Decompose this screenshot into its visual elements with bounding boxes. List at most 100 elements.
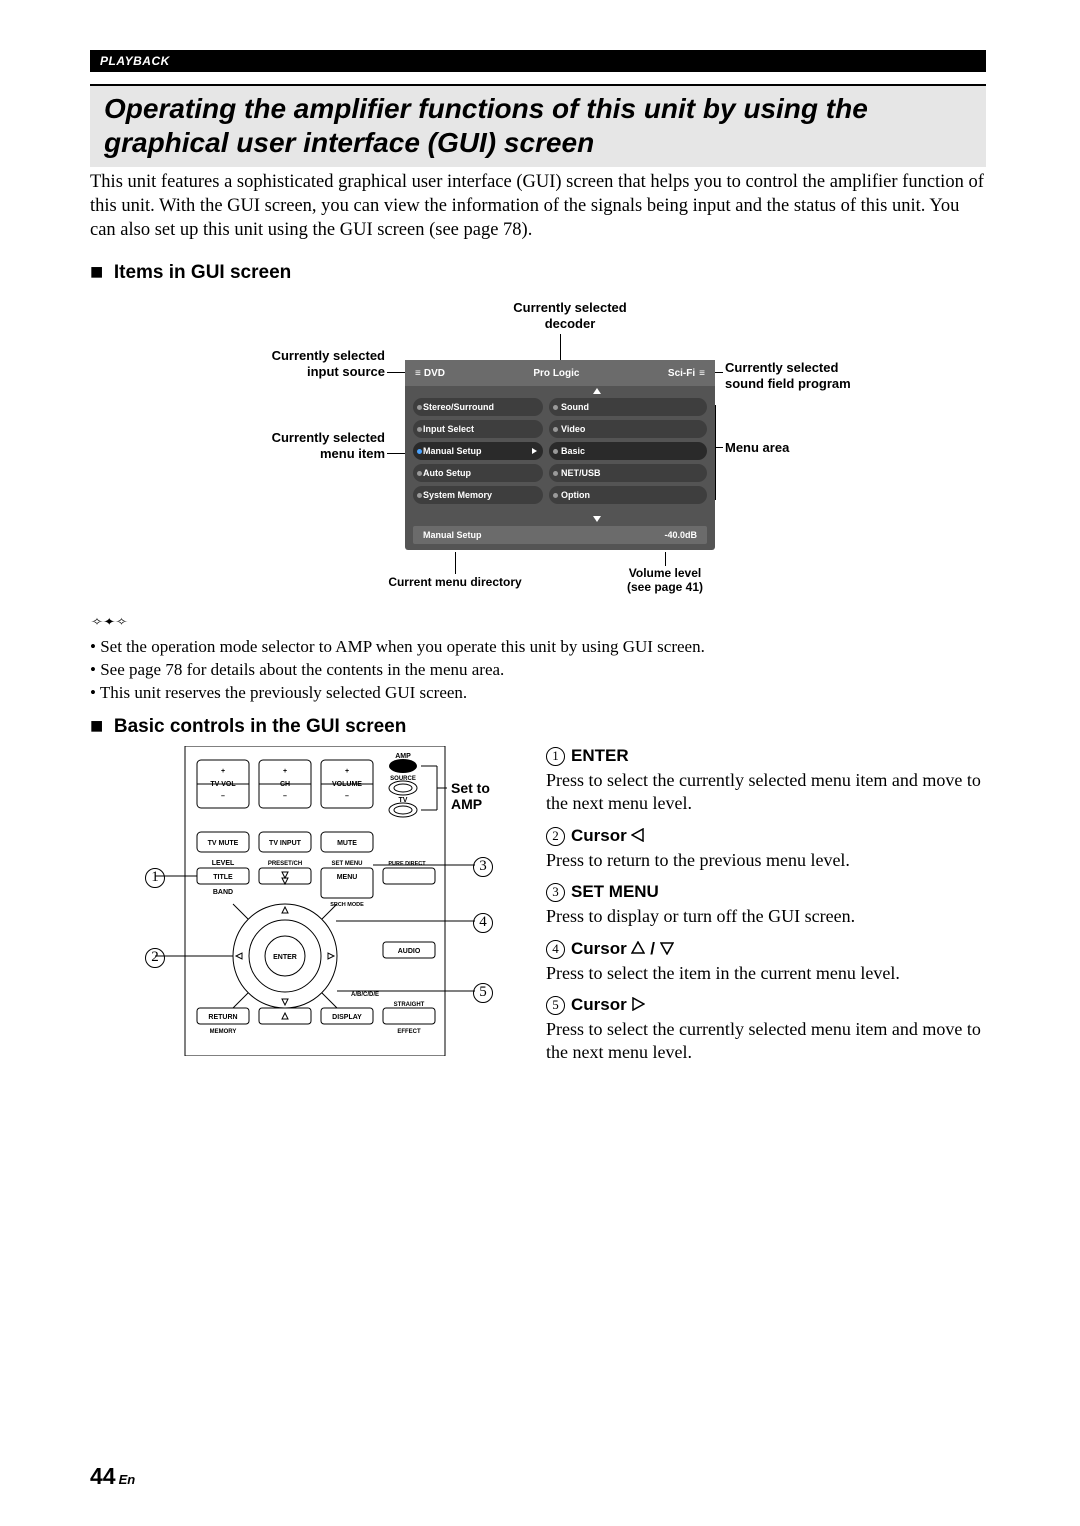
gui-left-4: System Memory: [423, 490, 492, 500]
controls-descriptions: 1 ENTER Press to select the currently sel…: [546, 746, 986, 1075]
svg-text:RETURN: RETURN: [208, 1014, 237, 1021]
gui-input-source: DVD: [424, 368, 445, 379]
page-title: Operating the amplifier functions of thi…: [104, 92, 972, 159]
section-basic-heading: ■ Basic controls in the GUI screen: [90, 716, 406, 738]
svg-text:SRCH MODE: SRCH MODE: [330, 902, 364, 908]
callout-sfp-l1: Currently selected: [725, 360, 838, 375]
entry-5-num: 5: [546, 996, 565, 1015]
section-basic-heading-text: Basic controls in the GUI screen: [114, 716, 406, 737]
entry-3-desc: Press to display or turn off the GUI scr…: [546, 905, 986, 928]
entry-1: 1 ENTER Press to select the currently sel…: [546, 746, 986, 816]
svg-text:VOLUME: VOLUME: [332, 781, 362, 788]
gui-left-0: Stereo/Surround: [423, 402, 494, 412]
entry-3-num: 3: [546, 883, 565, 902]
callout-directory: Current menu directory: [365, 575, 545, 589]
set-to-amp-label: Set to AMP: [451, 780, 495, 812]
svg-text:EFFECT: EFFECT: [397, 1029, 421, 1035]
entry-2: 2 Cursor Press to return to the previous …: [546, 826, 986, 872]
gui-decoder: Pro Logic: [445, 368, 668, 379]
section-header: PLAYBACK: [90, 50, 986, 72]
callnum-3: 3: [473, 857, 493, 877]
page-number: 44En: [90, 1463, 135, 1490]
svg-text:LEVEL: LEVEL: [212, 860, 235, 867]
callout-sfp-l2: sound field program: [725, 376, 851, 391]
callout-menu-item: Currently selected menu item: [245, 430, 385, 461]
entry-5-label: Cursor: [571, 995, 631, 1014]
section-header-text: PLAYBACK: [100, 54, 170, 68]
callout-volume-l2: (see page 41): [627, 580, 703, 594]
svg-text:MUTE: MUTE: [337, 840, 357, 847]
gui-status-right: -40.0dB: [664, 530, 697, 540]
gui-right-4: Option: [561, 490, 590, 500]
entry-1-label: ENTER: [571, 746, 629, 765]
gui-menu-rows: Stereo/Surround Sound Input Select Video M…: [413, 398, 707, 508]
gui-right-1: Video: [561, 424, 585, 434]
gui-right-2: Basic: [561, 446, 585, 456]
svg-text:A/B/C/D/E: A/B/C/D/E: [351, 992, 379, 998]
svg-text:TITLE: TITLE: [213, 874, 233, 881]
entry-4-desc: Press to select the item in the current …: [546, 962, 986, 985]
entry-3-label: SET MENU: [571, 882, 659, 901]
page-lang: En: [119, 1472, 136, 1487]
intro-paragraph: This unit features a sophisticated graph…: [90, 170, 986, 242]
gui-left-1: Input Select: [423, 424, 474, 434]
entry-5-desc: Press to select the currently selected m…: [546, 1018, 986, 1065]
callnum-5: 5: [473, 983, 493, 1003]
svg-text:+: +: [283, 768, 287, 775]
svg-text:MENU: MENU: [337, 874, 358, 881]
gui-status-left: Manual Setup: [423, 530, 482, 540]
entry-5: 5 Cursor Press to select the currently se…: [546, 995, 986, 1065]
svg-text:AUDIO: AUDIO: [398, 948, 421, 955]
up-arrow-icon: [593, 388, 601, 394]
entry-3: 3 SET MENU Press to display or turn off t…: [546, 882, 986, 928]
svg-text:DISPLAY: DISPLAY: [332, 1014, 362, 1021]
tip-3: This unit reserves the previously select…: [90, 682, 986, 705]
svg-text:STRAIGHT: STRAIGHT: [394, 1002, 425, 1008]
svg-text:TV INPUT: TV INPUT: [269, 840, 302, 847]
entry-2-desc: Press to return to the previous menu lev…: [546, 849, 986, 872]
svg-text:PURE DIRECT: PURE DIRECT: [388, 861, 426, 867]
svg-text:+: +: [221, 768, 225, 775]
callout-sfp: Currently selected sound field program: [725, 360, 851, 391]
callnum-4: 4: [473, 913, 493, 933]
svg-text:BAND: BAND: [213, 889, 233, 896]
callout-volume: Volume level (see page 41): [605, 566, 725, 595]
section-items-heading-text: Items in GUI screen: [114, 262, 291, 283]
entry-4-label: Cursor: [571, 939, 631, 958]
entry-2-label: Cursor: [571, 826, 631, 845]
svg-text:–: –: [345, 793, 349, 800]
svg-text:AMP: AMP: [395, 753, 411, 760]
remote-diagram: +–TV VOL +–CH +–VOLUME AMP SOURCE TV TV …: [155, 746, 495, 1056]
callout-menu-area: Menu area: [725, 440, 789, 456]
callout-input: Currently selected input source: [245, 348, 385, 379]
tips-block: ✧✦✧ Set the operation mode selector to A…: [90, 612, 986, 705]
callnum-1: 1: [145, 868, 165, 888]
svg-text:CH: CH: [280, 781, 290, 788]
tip-1: Set the operation mode selector to AMP w…: [90, 636, 986, 659]
svg-text:PRESET/CH: PRESET/CH: [268, 861, 302, 867]
hint-icon: ✧✦✧: [90, 616, 127, 628]
svg-text:–: –: [221, 793, 225, 800]
svg-text:MEMORY: MEMORY: [210, 1029, 237, 1035]
entry-1-num: 1: [546, 747, 565, 766]
entry-1-desc: Press to select the currently selected m…: [546, 769, 986, 816]
gui-sfp: Sci-Fi: [668, 368, 695, 379]
gui-screen: ≡DVD Pro Logic Sci-Fi≡ Stereo/Surround So…: [405, 360, 715, 550]
callnum-2: 2: [145, 948, 165, 968]
entry-2-num: 2: [546, 827, 565, 846]
entry-4-num: 4: [546, 940, 565, 959]
gui-left-3: Auto Setup: [423, 468, 471, 478]
svg-text:–: –: [283, 793, 287, 800]
entry-4: 4Cursor / Press to select the item in th…: [546, 939, 986, 985]
svg-text:TV MUTE: TV MUTE: [208, 840, 239, 847]
svg-text:SET MENU: SET MENU: [331, 861, 362, 867]
section-items-heading: ■ Items in GUI screen: [90, 262, 291, 284]
svg-text:TV VOL: TV VOL: [210, 781, 236, 788]
gui-right-3: NET/USB: [561, 468, 601, 478]
gui-status-bar: Manual Setup -40.0dB: [413, 526, 707, 544]
svg-text:ENTER: ENTER: [273, 954, 297, 961]
gui-tabbar: ≡DVD Pro Logic Sci-Fi≡: [405, 360, 715, 386]
gui-left-2: Manual Setup: [423, 446, 482, 456]
gui-right-0: Sound: [561, 402, 589, 412]
gui-diagram: Currently selected decoder Currently sel…: [225, 310, 855, 600]
